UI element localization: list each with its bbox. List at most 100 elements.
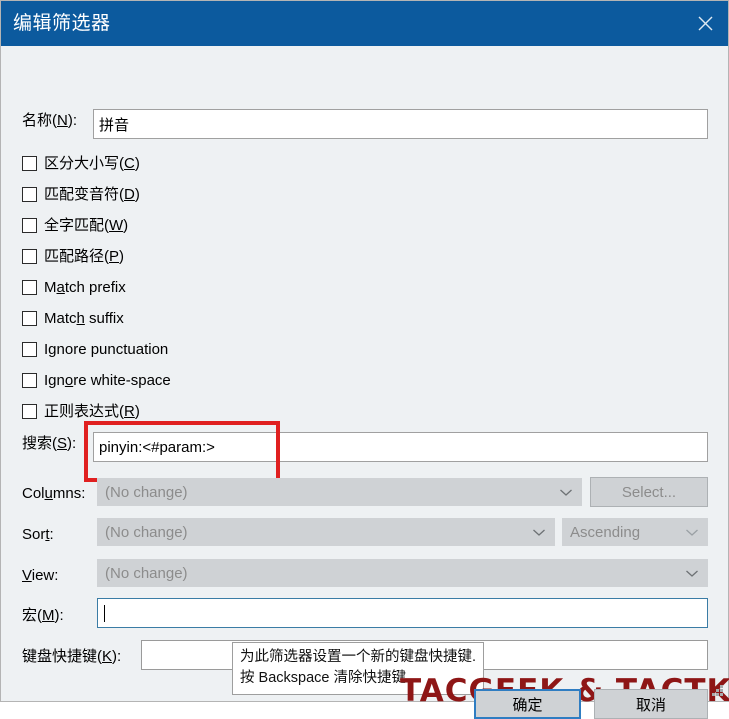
label-part: ) bbox=[123, 216, 129, 234]
chevron-down-icon bbox=[560, 489, 572, 496]
label-part: tch prefix bbox=[64, 278, 126, 296]
text-caret bbox=[104, 604, 105, 622]
view-row-label: View: bbox=[22, 561, 58, 589]
label-accel: R bbox=[124, 402, 135, 420]
macro-row-label: 宏(M): bbox=[22, 599, 64, 629]
label-accel: h bbox=[76, 309, 85, 327]
checkbox-label: Match suffix bbox=[44, 311, 124, 326]
select-button[interactable]: Select... bbox=[590, 477, 708, 507]
resize-grip[interactable] bbox=[711, 684, 723, 696]
label-accel: D bbox=[124, 185, 135, 203]
label-part: ) bbox=[119, 247, 125, 265]
name-label-suffix: ): bbox=[67, 112, 78, 129]
shortcut-tooltip: 为此筛选器设置一个新的键盘快捷键. 按 Backspace 清除快捷键 bbox=[232, 642, 485, 696]
dialog-body: 名称(N): 拼音 区分大小写(C) 匹配变音符(D) 全字匹配(W) 匹配路径… bbox=[1, 46, 729, 719]
grip-dot bbox=[720, 693, 723, 696]
label-part: 区分大小写( bbox=[44, 154, 124, 172]
grip-dot bbox=[716, 693, 719, 696]
sort-row-label: Sort: bbox=[22, 520, 54, 548]
checkbox-row-whole-word[interactable]: 全字匹配(W) bbox=[22, 215, 128, 235]
checkbox-box[interactable] bbox=[22, 341, 37, 357]
name-label: 名称(N): bbox=[22, 109, 77, 130]
grip-dot bbox=[712, 693, 715, 696]
checkbox-label: 全字匹配(W) bbox=[44, 218, 128, 233]
label-part: Ign bbox=[44, 371, 65, 389]
cancel-button[interactable]: 取消 bbox=[594, 689, 708, 719]
label-part: : bbox=[49, 525, 54, 543]
checkbox-box[interactable] bbox=[22, 372, 37, 388]
label-part: 宏( bbox=[22, 606, 42, 624]
label-accel: W bbox=[109, 216, 124, 234]
label-part: nore punctuation bbox=[56, 340, 169, 358]
columns-combobox[interactable]: (No change) bbox=[97, 478, 582, 506]
label-accel: M bbox=[42, 606, 55, 624]
checkbox-label: 匹配路径(P) bbox=[44, 249, 124, 264]
search-input[interactable]: pinyin:<#param:> bbox=[93, 432, 708, 462]
checkbox-label: 匹配变音符(D) bbox=[44, 187, 140, 202]
search-label: 搜索(S): bbox=[22, 432, 76, 453]
label-accel: g bbox=[48, 340, 57, 358]
checkbox-box[interactable] bbox=[22, 248, 37, 264]
label-part: ) bbox=[134, 402, 140, 420]
checkbox-box[interactable] bbox=[22, 155, 37, 171]
tooltip-line-1: 为此筛选器设置一个新的键盘快捷键. bbox=[240, 649, 477, 665]
shortcut-row-label: 键盘快捷键(K): bbox=[22, 640, 121, 670]
checkbox-label: 正则表达式(R) bbox=[44, 404, 140, 419]
name-label-accel: N bbox=[57, 112, 68, 129]
label-accel: u bbox=[44, 484, 53, 502]
label-part: Sor bbox=[22, 525, 46, 543]
columns-row-label: Columns: bbox=[22, 479, 85, 507]
close-button[interactable] bbox=[682, 1, 728, 46]
label-accel: P bbox=[109, 247, 120, 265]
label-part: ) bbox=[134, 154, 140, 172]
name-row: 名称(N): bbox=[22, 109, 77, 130]
ok-button[interactable]: 确定 bbox=[474, 689, 581, 719]
sort-combobox[interactable]: (No change) bbox=[97, 518, 555, 546]
label-part: suffix bbox=[84, 309, 124, 327]
label-part: ): bbox=[54, 606, 64, 624]
label-accel: C bbox=[124, 154, 135, 172]
title-bar: 编辑筛选器 bbox=[1, 1, 728, 46]
checkbox-row-match-prefix[interactable]: Match prefix bbox=[22, 277, 126, 297]
checkbox-box[interactable] bbox=[22, 217, 37, 233]
shortcut-label: 键盘快捷键(K): bbox=[22, 645, 121, 666]
checkbox-row-case-sensitive[interactable]: 区分大小写(C) bbox=[22, 153, 140, 173]
tooltip-line-2: 按 Backspace 清除快捷键 bbox=[240, 670, 406, 687]
checkbox-label: 区分大小写(C) bbox=[44, 156, 140, 171]
grip-dot bbox=[720, 685, 723, 688]
checkbox-box[interactable] bbox=[22, 186, 37, 202]
checkbox-row-ignore-whitespace[interactable]: Ignore white-space bbox=[22, 370, 171, 390]
label-part: M bbox=[44, 278, 57, 296]
label-part: ): bbox=[67, 435, 77, 452]
search-row-label: 搜索(S): bbox=[22, 432, 76, 453]
checkbox-box[interactable] bbox=[22, 279, 37, 295]
view-combobox-value: (No change) bbox=[105, 564, 188, 582]
label-part: 全字匹配( bbox=[44, 216, 109, 234]
label-accel: a bbox=[56, 278, 65, 296]
window-title: 编辑筛选器 bbox=[13, 13, 111, 34]
view-label: View: bbox=[22, 567, 58, 584]
checkbox-label: Match prefix bbox=[44, 280, 126, 295]
search-input-value: pinyin:<#param:> bbox=[99, 438, 215, 456]
macro-input[interactable] bbox=[97, 598, 708, 628]
macro-label: 宏(M): bbox=[22, 604, 64, 625]
checkbox-row-match-diacritics[interactable]: 匹配变音符(D) bbox=[22, 184, 140, 204]
checkbox-row-regex[interactable]: 正则表达式(R) bbox=[22, 401, 140, 421]
label-part: Col bbox=[22, 484, 45, 502]
view-combobox[interactable]: (No change) bbox=[97, 559, 708, 587]
name-input-value: 拼音 bbox=[99, 116, 130, 134]
checkbox-box[interactable] bbox=[22, 310, 37, 326]
label-part: 键盘快捷键( bbox=[22, 647, 102, 665]
checkbox-box[interactable] bbox=[22, 403, 37, 419]
close-icon bbox=[698, 16, 712, 31]
label-part: Matc bbox=[44, 309, 77, 327]
checkbox-row-match-path[interactable]: 匹配路径(P) bbox=[22, 246, 124, 266]
chevron-down-icon bbox=[686, 570, 698, 577]
checkbox-row-ignore-punctuation[interactable]: Ignore punctuation bbox=[22, 339, 168, 359]
label-part: 匹配路径( bbox=[44, 247, 109, 265]
checkbox-row-match-suffix[interactable]: Match suffix bbox=[22, 308, 124, 328]
sort-order-combobox[interactable]: Ascending bbox=[562, 518, 708, 546]
columns-combobox-value: (No change) bbox=[105, 483, 188, 501]
sort-label: Sort: bbox=[22, 526, 54, 543]
name-input[interactable]: 拼音 bbox=[93, 109, 708, 139]
